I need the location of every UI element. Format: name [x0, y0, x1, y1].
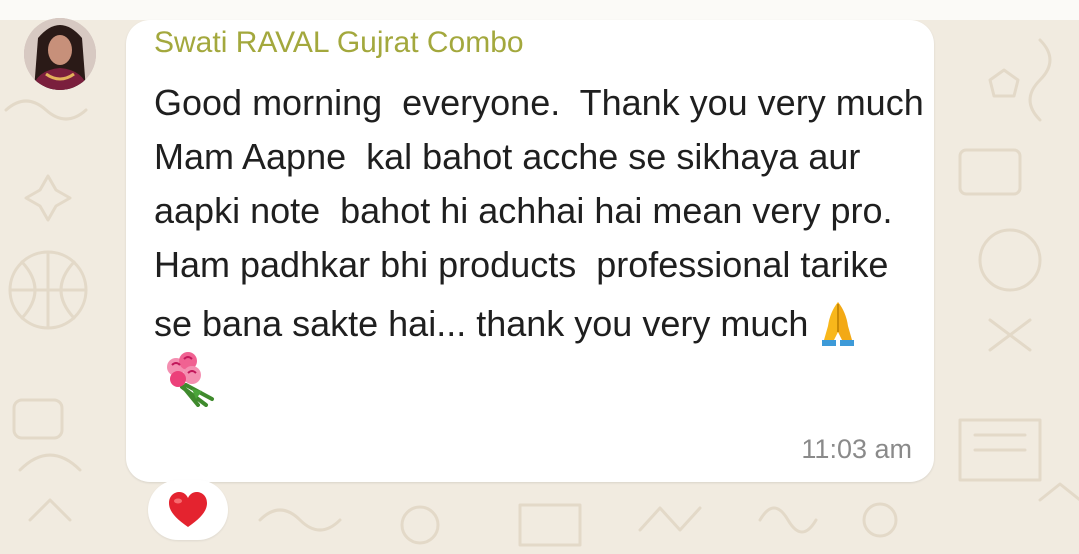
bouquet-icon	[167, 352, 214, 407]
avatar-image	[24, 18, 96, 90]
reaction-badge[interactable]	[148, 480, 228, 540]
red-heart-icon	[169, 492, 207, 527]
message-text-block: Good morning everyone. Thank you very mu…	[154, 76, 924, 410]
sender-avatar[interactable]	[24, 18, 96, 90]
message-bubble[interactable]: Swati RAVAL Gujrat Combo Good morning ev…	[126, 20, 934, 482]
message-timestamp: 11:03 am	[801, 434, 912, 464]
sender-name[interactable]: Swati RAVAL Gujrat Combo	[154, 26, 524, 60]
folded-hands-icon	[822, 302, 855, 346]
